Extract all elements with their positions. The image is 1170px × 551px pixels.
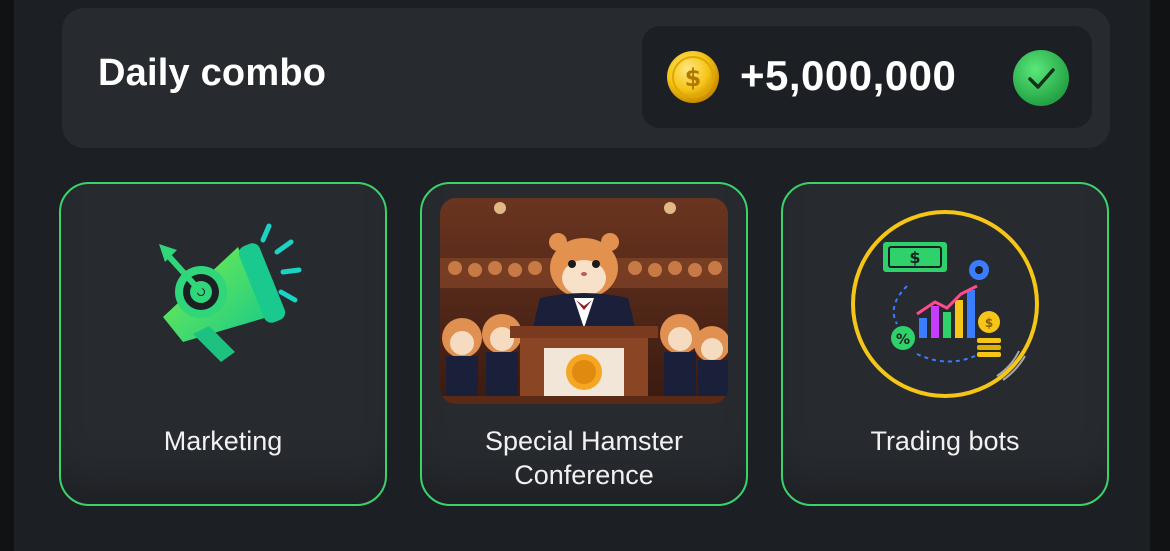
trading-bots-icon: $ % $	[851, 210, 1039, 398]
svg-text:$: $	[685, 64, 702, 92]
reward-amount: +5,000,000	[740, 52, 957, 99]
combo-card-special-hamster-conference[interactable]: Special Hamster Conference	[420, 182, 748, 506]
reward-pill: $ +5,000,000	[642, 26, 1092, 128]
combo-card-marketing[interactable]: Marketing	[59, 182, 387, 506]
daily-combo-header: Daily combo $ +5,000,000	[62, 8, 1110, 148]
card-label-line-1: Special Hamster	[484, 426, 684, 456]
svg-text:$: $	[909, 248, 920, 267]
combo-card-trading-bots[interactable]: $ % $ Trading bots	[781, 182, 1109, 506]
daily-combo-title: Daily combo	[98, 52, 327, 94]
card-label-line-2: Conference	[514, 460, 654, 490]
card-label-marketing: Marketing	[163, 426, 283, 456]
check-circle-icon	[1013, 50, 1069, 106]
coin-icon: $	[667, 51, 719, 103]
svg-text:$: $	[985, 316, 993, 330]
svg-text:%: %	[896, 332, 910, 348]
card-label-special-hamster-conference: Special Hamster Conference	[422, 424, 746, 492]
card-label-trading-bots: Trading bots	[870, 426, 1020, 456]
hamster-conference-image	[440, 198, 728, 404]
megaphone-target-icon	[159, 223, 302, 362]
